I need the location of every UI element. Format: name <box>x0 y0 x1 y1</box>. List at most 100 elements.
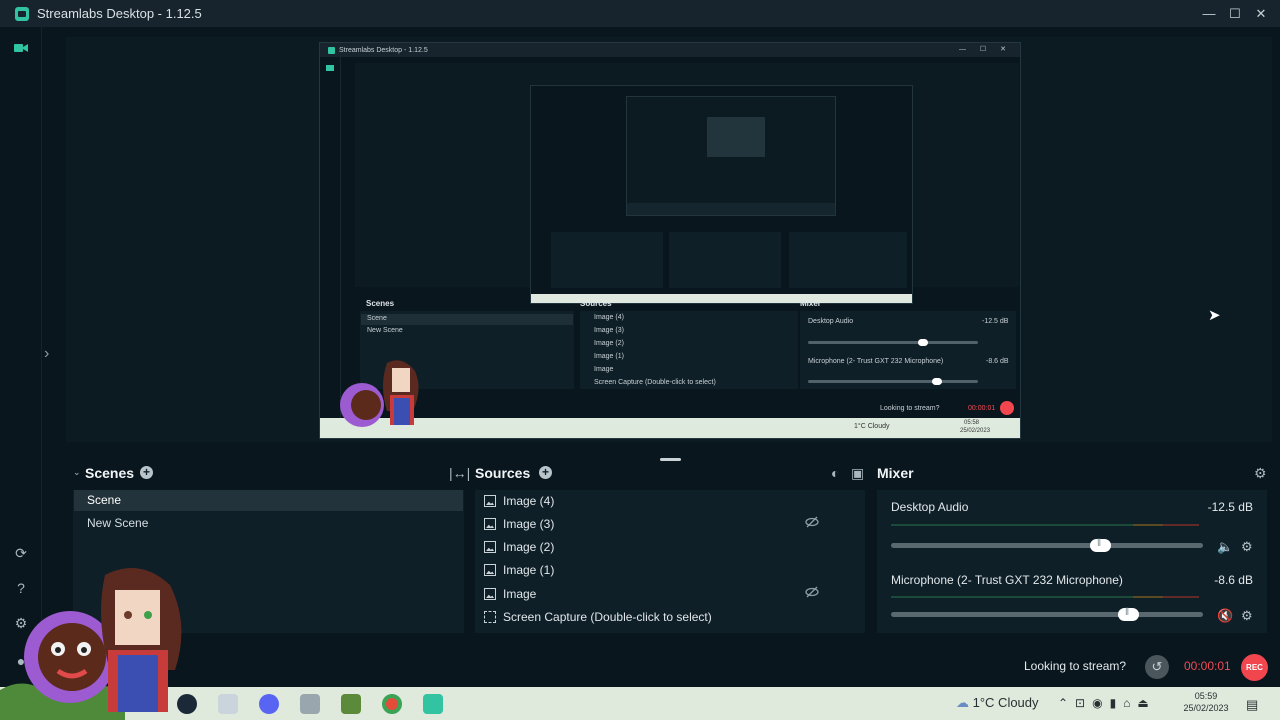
title-bar: Streamlabs Desktop - 1.12.5 — ☐ ✕ <box>0 0 1280 27</box>
taskbar-clock[interactable]: 05:59 25/02/2023 <box>1180 690 1232 714</box>
volume-meter <box>891 524 1199 526</box>
dock-resize-handle[interactable] <box>660 458 681 461</box>
speaker-icon[interactable]: 🔈 <box>1217 539 1233 555</box>
image-icon <box>484 588 496 600</box>
source-item[interactable]: Image (1) <box>484 560 554 580</box>
captured-slider-knob <box>932 378 942 385</box>
mixer-channel-db: -12.5 dB <box>1207 500 1253 514</box>
captured-rec-icon <box>1000 401 1014 415</box>
split-panel-icon[interactable]: |↔| <box>449 465 470 481</box>
captured-source-item: Image (3) <box>594 327 624 334</box>
visibility-off-icon[interactable] <box>805 516 819 528</box>
system-tray[interactable]: ⌃⊡◉▮⌂⏏ <box>1058 696 1156 710</box>
captured-deepest-dock <box>627 203 835 215</box>
mixer-channel-db: -8.6 dB <box>1214 573 1253 587</box>
captured-mixer-name: Microphone (2- Trust GXT 232 Microphone) <box>808 358 944 365</box>
image-icon <box>484 564 496 576</box>
volume-slider[interactable] <box>891 543 1203 548</box>
integrations-icon[interactable]: ⟳ <box>12 544 30 562</box>
streamlabs-icon[interactable] <box>423 694 443 714</box>
image-icon <box>484 495 496 507</box>
minecraft-icon[interactable] <box>341 694 361 714</box>
clock-date: 25/02/2023 <box>1183 703 1229 713</box>
add-scene-icon[interactable]: + <box>140 466 153 479</box>
scene-item[interactable]: Scene <box>74 490 463 511</box>
rec-button[interactable]: REC <box>1241 654 1268 681</box>
replay-buffer-icon[interactable]: ↺ <box>1145 655 1169 679</box>
chrome-icon[interactable] <box>382 694 402 714</box>
recording-time: 00:00:01 <box>1184 659 1231 673</box>
captured-preview <box>355 63 1019 304</box>
captured-deepest-content <box>707 117 765 157</box>
scenes-title: Scenes <box>85 465 135 481</box>
discord-icon[interactable] <box>259 694 279 714</box>
source-item[interactable]: Image (4) <box>484 491 554 511</box>
source-label: Image (4) <box>503 494 555 508</box>
source-label: Image <box>503 587 537 601</box>
captured-slider-knob <box>918 339 928 346</box>
weather-widget[interactable]: ☁ 1°C Cloudy <box>956 695 1039 711</box>
sources-title: Sources <box>475 465 531 481</box>
weather-text: 1°C Cloudy <box>972 695 1039 710</box>
captured-scene-item: Scene <box>367 315 387 322</box>
window-controls: — ☐ ✕ <box>1196 0 1280 27</box>
volume-slider-knob[interactable] <box>1090 538 1111 552</box>
close-button[interactable]: ✕ <box>1248 0 1274 27</box>
mail-icon[interactable] <box>300 694 320 714</box>
source-item[interactable]: Image <box>484 584 536 604</box>
captured-title-bar: Streamlabs Desktop - 1.12.5 — ☐ ✕ <box>320 43 1020 57</box>
source-label: Image (3) <box>503 517 555 531</box>
captured-looking-text: Looking to stream? <box>880 405 940 412</box>
captured-sources-title: Sources <box>580 299 612 308</box>
visibility-off-icon[interactable] <box>805 586 819 598</box>
captured-deepest-preview <box>626 96 836 216</box>
looking-to-stream-link[interactable]: Looking to stream? <box>1024 659 1126 673</box>
collapse-chevron-icon[interactable]: ⌄ <box>73 467 81 478</box>
source-label: Image (1) <box>503 563 555 577</box>
volume-slider[interactable] <box>891 612 1203 617</box>
mixer-settings-gear-icon[interactable]: ⚙ <box>1254 465 1267 482</box>
captured-slider-track <box>808 341 978 344</box>
muted-speaker-icon[interactable]: 🔇 <box>1217 608 1233 624</box>
volume-slider-knob[interactable] <box>1118 607 1139 621</box>
studio-camera-icon[interactable] <box>12 39 30 57</box>
captured-source-item: Image <box>594 366 614 373</box>
source-label: Image (2) <box>503 540 555 554</box>
captured-source-item: Image (4) <box>594 314 624 321</box>
captured-mixer-db: -12.5 dB <box>982 318 1009 325</box>
mouse-cursor-icon: ➤ <box>1208 307 1221 324</box>
captured-window-controls: — ☐ ✕ <box>958 46 1012 53</box>
expand-sidebar-chevron-icon[interactable]: › <box>44 345 60 365</box>
channel-settings-gear-icon[interactable]: ⚙ <box>1241 539 1253 555</box>
captured-deep-mixer <box>789 232 907 288</box>
captured-deep-sources <box>669 232 781 288</box>
channel-settings-gear-icon[interactable]: ⚙ <box>1241 608 1253 624</box>
mixer-channel-name: Desktop Audio <box>891 500 969 514</box>
minimize-button[interactable]: — <box>1196 0 1222 27</box>
scene-item[interactable]: New Scene <box>74 513 463 534</box>
captured-title: Streamlabs Desktop - 1.12.5 <box>339 46 428 54</box>
pen-icon[interactable] <box>218 694 238 714</box>
source-item[interactable]: Image (2) <box>484 537 554 557</box>
add-source-icon[interactable]: + <box>539 466 552 479</box>
maximize-button[interactable]: ☐ <box>1222 0 1248 27</box>
captured-slider-track <box>808 380 978 383</box>
captured-deep-scenes <box>551 232 663 288</box>
captured-rec-time: 00:00:01 <box>968 405 996 412</box>
folder-icon[interactable]: ▣ <box>851 465 864 482</box>
audio-settings-icon[interactable]: ◐ <box>831 465 839 481</box>
captured-logo-icon <box>328 46 335 54</box>
character-avatar-overlay <box>0 567 182 720</box>
image-icon <box>484 541 496 553</box>
captured-scene-selected <box>361 314 573 325</box>
captured-sources-panel <box>580 311 798 389</box>
source-item[interactable]: Screen Capture (Double-click to select) <box>484 607 712 627</box>
cloud-icon: ☁ <box>956 695 973 710</box>
image-icon <box>484 518 496 530</box>
source-item[interactable]: Image (3) <box>484 514 554 534</box>
captured-mixer-db: -8.6 dB <box>986 358 1009 365</box>
captured-screen: Streamlabs Desktop - 1.12.5 — ☐ ✕ Scenes… <box>319 42 1021 439</box>
volume-meter <box>891 596 1199 598</box>
captured-character-avatar <box>340 360 419 427</box>
notification-icon[interactable]: ▤ <box>1246 697 1258 713</box>
